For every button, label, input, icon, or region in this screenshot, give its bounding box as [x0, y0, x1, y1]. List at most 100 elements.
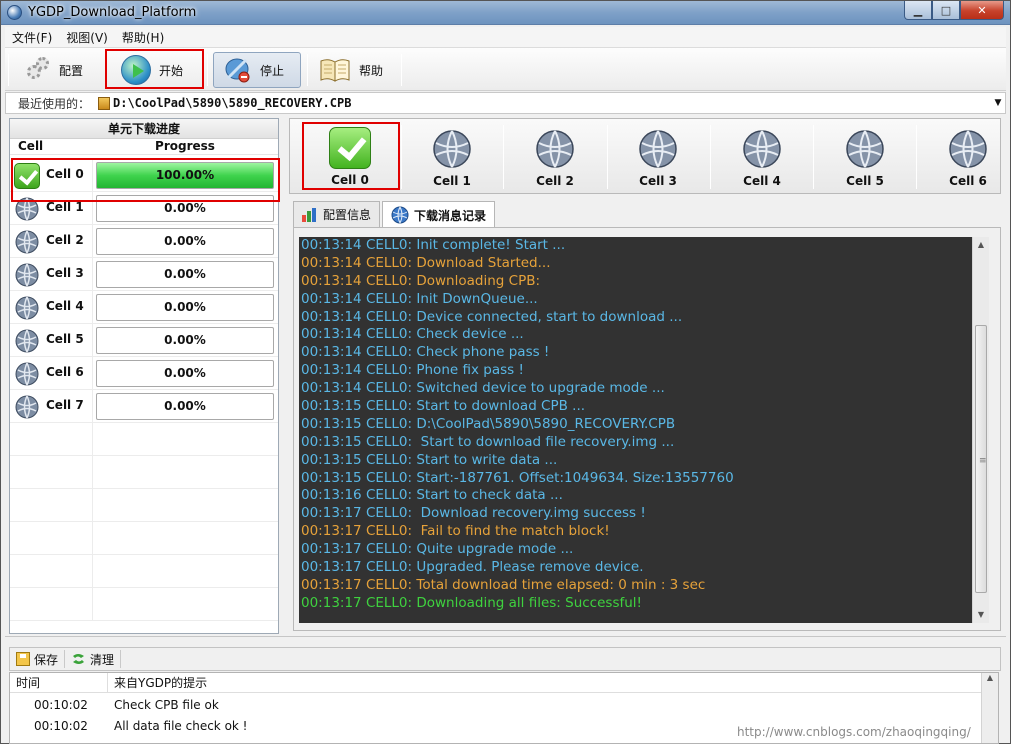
log-line: 00:13:15 CELL0: D:\CoolPad\5890\5890_REC…	[299, 416, 972, 434]
title-bar[interactable]: YGDP_Download_Platform ▁ □ ✕	[1, 1, 1010, 25]
log-time: 00:13:17	[301, 523, 362, 540]
log-time: 00:13:15	[301, 415, 362, 432]
cell-tab-label: Cell 4	[743, 174, 781, 188]
progress-bar: 0.00%	[96, 327, 274, 354]
log-text: CELL0: Start to check data ...	[365, 487, 563, 504]
tab-config-info[interactable]: 配置信息	[293, 201, 381, 227]
log-line: 00:13:17 CELL0: Fail to find the match b…	[299, 523, 972, 541]
menu-help[interactable]: 帮助(H)	[115, 29, 171, 46]
globe-icon	[743, 130, 781, 168]
log-text: CELL0: Check device ...	[365, 326, 524, 343]
cell-row-7[interactable]: Cell 7 0.00%	[10, 390, 278, 423]
log-time: 00:13:14	[301, 254, 362, 271]
log-text: CELL0: Start to download CPB ...	[365, 398, 586, 415]
save-button[interactable]: 保存	[10, 650, 66, 668]
log-text: CELL0: Download Started...	[365, 254, 551, 271]
log-time: 00:13:14	[301, 362, 362, 379]
log-line: 00:13:16 CELL0: Start to check data ...	[299, 487, 972, 505]
log-text: CELL0: Init complete! Start ...	[365, 237, 566, 253]
scroll-up-icon[interactable]: ▲	[973, 237, 989, 253]
cell-name: Cell 2	[46, 233, 84, 247]
log-line: 00:13:14 CELL0: Check phone pass !	[299, 344, 972, 362]
log-time: 00:13:14	[301, 344, 362, 361]
log-time: 00:13:15	[301, 398, 362, 415]
panel-title: 单元下载进度	[10, 119, 278, 139]
list-item[interactable]: 00:10:02 Check CPB file ok	[10, 695, 980, 715]
cell-tab-label: Cell 6	[949, 174, 987, 188]
config-button[interactable]: 配置	[17, 52, 103, 88]
globe-icon	[15, 329, 39, 353]
progress-bar: 0.00%	[96, 294, 274, 321]
clear-button[interactable]: 清理	[65, 650, 122, 668]
menu-view[interactable]: 视图(V)	[59, 29, 115, 46]
cell-tab-3[interactable]: Cell 3	[610, 123, 706, 191]
globe-icon	[846, 130, 884, 168]
column-header-time[interactable]: 时间	[10, 672, 108, 693]
log-line: 00:13:17 CELL0: Quite upgrade mode ...	[299, 541, 972, 559]
chevron-down-icon[interactable]: ▼	[991, 98, 1005, 108]
globe-icon	[15, 395, 39, 419]
cell-tab-1[interactable]: Cell 1	[404, 123, 500, 191]
maximize-button[interactable]: □	[932, 1, 960, 20]
clear-label: 清理	[90, 652, 115, 667]
globe-icon	[15, 230, 39, 254]
watermark: http://www.cnblogs.com/zhaoqingqing/	[737, 725, 971, 739]
log-line: 00:13:14 CELL0: Check device ...	[299, 326, 972, 344]
log-line: 00:13:14 CELL0: Download Started...	[299, 255, 972, 273]
cell-tab-2[interactable]: Cell 2	[507, 123, 603, 191]
help-label: 帮助	[359, 63, 384, 78]
cell-name: Cell 5	[46, 332, 84, 346]
log-time: 00:13:14	[301, 290, 362, 307]
scroll-thumb[interactable]: ≡	[975, 325, 987, 593]
globe-icon	[639, 130, 677, 168]
log-text: CELL0: Total download time elapsed: 0 mi…	[365, 576, 706, 593]
message-text: Check CPB file ok	[114, 698, 219, 712]
cell-tab-4[interactable]: Cell 4	[714, 123, 810, 191]
help-button[interactable]: 帮助	[311, 52, 397, 88]
toolbar: 配置 开始 停止 帮助	[5, 47, 1006, 91]
cell-row-4[interactable]: Cell 4 0.00%	[10, 291, 278, 324]
highlight-box	[302, 122, 400, 190]
globe-icon	[433, 130, 471, 168]
log-time: 00:13:15	[301, 451, 362, 468]
log-time: 00:13:17	[301, 576, 362, 593]
tab-download-log[interactable]: 下载消息记录	[382, 201, 496, 228]
cell-row-6[interactable]: Cell 6 0.00%	[10, 357, 278, 390]
cell-row-3[interactable]: Cell 3 0.00%	[10, 258, 278, 291]
cell-tab-label: Cell 5	[846, 174, 884, 188]
column-header-progress: Progress	[155, 139, 215, 153]
log-text: CELL0: Check phone pass !	[365, 344, 550, 361]
log-time: 00:13:14	[301, 272, 362, 289]
menu-file[interactable]: 文件(F)	[5, 29, 59, 46]
cell-row-5[interactable]: Cell 5 0.00%	[10, 324, 278, 357]
highlight-box	[105, 49, 204, 89]
column-header-message[interactable]: 来自YGDP的提示	[108, 674, 207, 691]
log-line: 00:13:17 CELL0: Downloading all files: S…	[299, 595, 972, 613]
cell-tab-6[interactable]: Cell 6	[920, 123, 1011, 191]
recent-file-combobox[interactable]: 最近使用的： D:\CoolPad\5890\5890_RECOVERY.CPB…	[5, 92, 1006, 114]
minimize-button[interactable]: ▁	[904, 1, 932, 20]
close-button[interactable]: ✕	[960, 1, 1004, 20]
stop-icon	[225, 58, 250, 83]
log-text: CELL0: Fail to find the match block!	[365, 523, 610, 540]
app-icon	[7, 5, 22, 20]
message-toolbar: 保存 清理	[9, 647, 1001, 671]
download-log[interactable]: 00:13:14 CELL0: Init complete! Start ...…	[299, 237, 972, 623]
log-time: 00:13:15	[301, 433, 362, 450]
stop-button[interactable]: 停止	[213, 52, 301, 88]
recent-label: 最近使用的：	[18, 96, 91, 111]
menu-bar: 文件(F) 视图(V) 帮助(H)	[5, 27, 1006, 47]
message-text: All data file check ok !	[114, 719, 248, 733]
log-text: CELL0: D:\CoolPad\5890\5890_RECOVERY.CPB	[365, 415, 676, 432]
message-time: 00:10:02	[34, 698, 88, 712]
column-header-cell: Cell	[18, 139, 44, 153]
save-label: 保存	[34, 652, 59, 667]
message-scrollbar[interactable]: ▲	[981, 673, 998, 743]
log-time: 00:13:15	[301, 469, 362, 486]
scroll-down-icon[interactable]: ▼	[973, 607, 989, 623]
cell-tab-5[interactable]: Cell 5	[817, 123, 913, 191]
log-line: 00:13:14 CELL0: Init complete! Start ...	[299, 237, 972, 255]
globe-icon	[949, 130, 987, 168]
log-scrollbar[interactable]: ▲ ≡ ▼	[972, 237, 989, 623]
cell-row-2[interactable]: Cell 2 0.00%	[10, 225, 278, 258]
